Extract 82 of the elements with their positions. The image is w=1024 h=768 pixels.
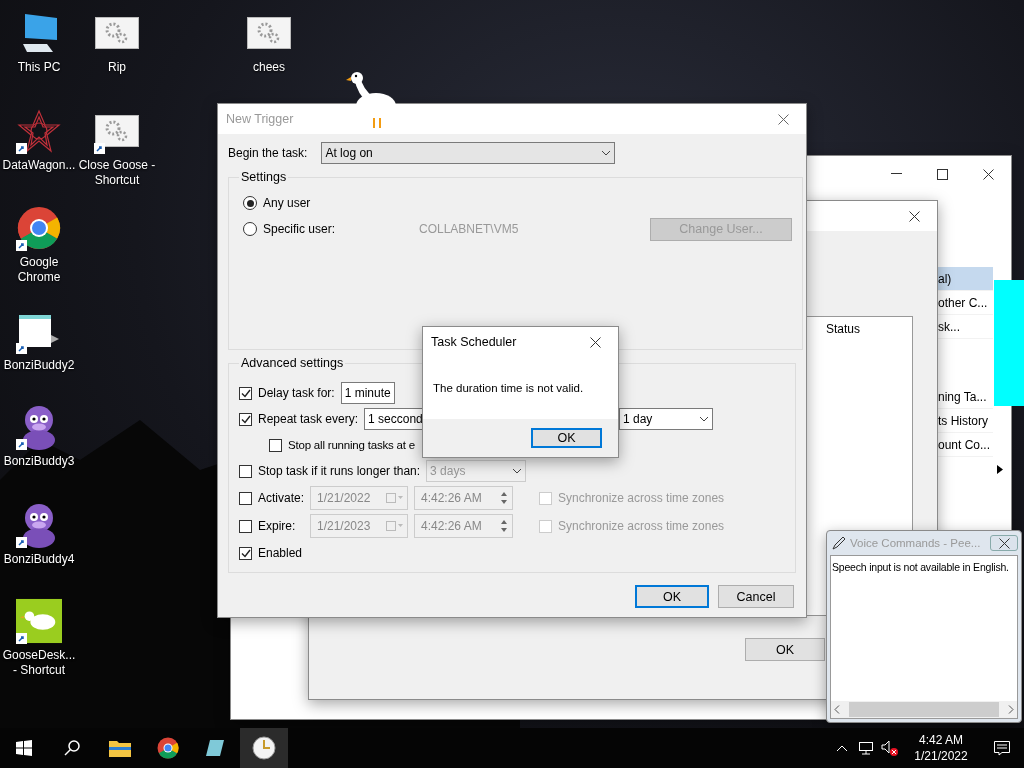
option-label: Activate:	[258, 491, 305, 505]
desktop-icon-label[interactable]: This PC	[17, 60, 61, 75]
option-label: Specific user:	[263, 222, 337, 236]
dropdown[interactable]: 1 day	[619, 408, 713, 430]
action-item[interactable]: al)	[937, 267, 993, 291]
taskbar-app[interactable]	[240, 728, 288, 768]
desktop-icon-label[interactable]: DataWagon...	[2, 158, 76, 173]
checkbox[interactable]	[239, 464, 252, 478]
folder-icon	[109, 739, 131, 757]
checkbox[interactable]	[239, 412, 252, 426]
dropdown[interactable]: 1 minute	[340, 382, 395, 404]
volume-muted-icon	[881, 740, 899, 756]
close-icon	[982, 168, 994, 180]
user-name: COLLABNET\VM5	[419, 222, 520, 236]
scroll-left-icon	[834, 705, 840, 714]
network-icon	[858, 741, 874, 755]
browser-icon	[17, 206, 61, 250]
minimize-icon	[890, 173, 902, 175]
search-icon	[64, 740, 80, 756]
notifications-icon	[994, 740, 1010, 756]
desktop-icon-label[interactable]: BonziBuddy3	[3, 454, 75, 469]
checkbox[interactable]	[239, 546, 252, 560]
close-icon	[908, 210, 920, 222]
notepad-icon	[206, 738, 226, 758]
window-title: Task Scheduler	[431, 335, 518, 349]
chevron-up-icon	[836, 744, 848, 752]
group-title: Settings	[240, 170, 288, 184]
calendar-icon	[386, 521, 404, 531]
desktop-icon-label[interactable]: BonziBuddy2	[3, 358, 75, 373]
desktop-icon-label[interactable]: Rip	[108, 60, 126, 75]
dropdown[interactable]: At log on	[321, 142, 616, 164]
option-label: Delay task for:	[258, 386, 335, 400]
window-title: Voice Commands - Pee...	[850, 537, 982, 549]
clock-icon	[252, 736, 276, 760]
gear-icon	[95, 115, 139, 147]
gear-icon	[247, 17, 291, 49]
desktop-icon-label[interactable]: BonziBuddy4	[3, 552, 75, 567]
star-pattern-icon	[17, 109, 61, 153]
close-icon	[777, 113, 789, 125]
column-header[interactable]: Status	[825, 322, 860, 336]
option-label: Enabled	[258, 546, 303, 560]
checkbox[interactable]	[239, 491, 252, 505]
option-label: Stop task if it runs longer than:	[258, 464, 421, 478]
close-icon	[589, 336, 601, 348]
desktop-icon-label[interactable]: Google Chrome	[0, 255, 78, 285]
close-button[interactable]	[990, 535, 1018, 551]
ok-button[interactable]: OK	[531, 428, 602, 448]
option-label: Synchronize across time zones	[558, 519, 725, 533]
desktop-icon-label[interactable]: chees	[253, 60, 285, 75]
checkbox[interactable]	[269, 438, 282, 452]
maximize-icon	[936, 168, 948, 180]
clock[interactable]: 4:42 AM 1/21/2022	[902, 732, 980, 764]
desktop-icon-label[interactable]: GooseDesk... - Shortcut	[0, 648, 78, 678]
field-label: Begin the task:	[228, 146, 308, 160]
option-label: Any user	[263, 196, 311, 210]
message-text: The duration time is not valid.	[433, 382, 584, 394]
option-label: Stop all running tasks at e	[288, 439, 415, 451]
goose-icon	[16, 598, 62, 644]
radio-button[interactable]	[243, 196, 257, 210]
submenu-arrow-icon	[997, 465, 1003, 474]
calendar-icon	[386, 493, 404, 503]
dialog-button[interactable]: Cancel	[718, 585, 794, 608]
group-title: Advanced settings	[240, 356, 345, 370]
checkbox[interactable]	[239, 519, 252, 533]
ok-button[interactable]: OK	[745, 638, 825, 661]
gear-icon	[95, 17, 139, 49]
option-label: Synchronize across time zones	[558, 491, 725, 505]
window-icon	[17, 313, 61, 349]
dialog-button[interactable]: OK	[635, 585, 709, 608]
windows-logo-icon	[16, 740, 32, 756]
scroll-right-icon	[1008, 705, 1014, 714]
option-label: Repeat task every:	[258, 412, 359, 426]
window-title: New Trigger	[226, 112, 295, 126]
pen-icon	[832, 536, 846, 550]
checkbox[interactable]	[239, 386, 252, 400]
message-text: Speech input is not available in English.	[832, 561, 1009, 573]
desktop-icon-label[interactable]: Close Goose - Shortcut	[78, 158, 156, 188]
option-label: Expire:	[258, 519, 296, 533]
radio-button[interactable]	[243, 222, 257, 236]
browser-icon	[157, 737, 179, 759]
horizontal-scrollbar[interactable]	[831, 701, 1017, 718]
close-icon	[998, 537, 1010, 549]
